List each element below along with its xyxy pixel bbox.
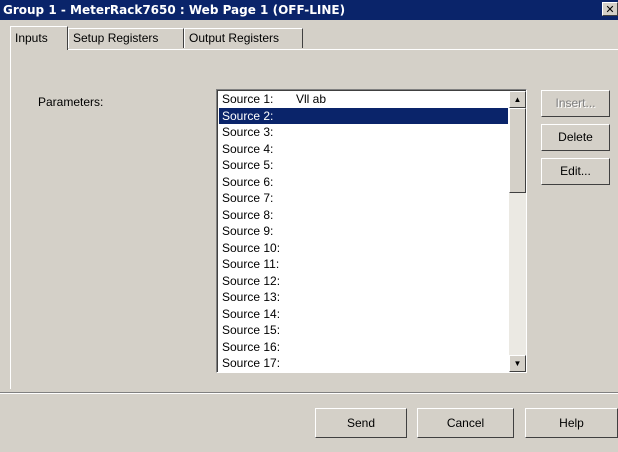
source-value: Vll ab	[296, 92, 327, 106]
parameters-listbox[interactable]: Source 1: Vll ab Source 2: Source 3: Source …	[216, 89, 527, 373]
footer-separator-highlight	[0, 393, 618, 394]
list-item[interactable]: Source 14:	[219, 306, 508, 323]
parameters-list: Source 1: Vll ab Source 2: Source 3: Source …	[219, 91, 508, 372]
source-label: Source 8:	[222, 207, 274, 222]
source-label: Source 9:	[222, 224, 274, 238]
list-item[interactable]: Source 2:	[219, 107, 508, 124]
source-label: Source 3:	[222, 125, 274, 139]
list-item[interactable]: Source 16:	[219, 339, 508, 356]
source-label: Source 7:	[222, 191, 274, 205]
list-item[interactable]: Source 15:	[219, 322, 508, 339]
vertical-scrollbar[interactable]: ▲ ▼	[509, 91, 526, 372]
list-item[interactable]: Source 6:	[219, 174, 508, 191]
close-icon[interactable]: ✕	[602, 2, 618, 16]
source-label: Source 16:	[222, 339, 281, 354]
source-label: Source 1:	[222, 92, 274, 106]
help-button[interactable]: Help	[525, 408, 618, 438]
list-item[interactable]: Source 1: Vll ab	[219, 91, 508, 108]
source-label: Source 11:	[222, 257, 280, 271]
list-item[interactable]: Source 9:	[219, 223, 508, 240]
source-label: Source 12:	[222, 273, 281, 288]
list-item[interactable]: Source 17:	[219, 355, 508, 372]
source-label: Source 14:	[222, 306, 281, 321]
edit-button[interactable]: Edit...	[541, 158, 610, 185]
source-label: Source 15:	[222, 323, 281, 337]
send-button[interactable]: Send	[315, 408, 407, 438]
list-item[interactable]: Source 4:	[219, 141, 508, 158]
source-label: Source 4:	[222, 141, 274, 156]
parameters-label: Parameters:	[38, 95, 104, 109]
source-label: Source 6:	[222, 174, 274, 189]
scroll-up-arrow-icon[interactable]: ▲	[509, 91, 526, 108]
source-label: Source 17:	[222, 356, 281, 370]
list-item[interactable]: Source 13:	[219, 289, 508, 306]
window-title: Group 1 - MeterRack7650 : Web Page 1 (OF…	[3, 3, 346, 17]
list-item[interactable]: Source 7:	[219, 190, 508, 207]
list-item[interactable]: Source 3:	[219, 124, 508, 141]
delete-button[interactable]: Delete	[541, 124, 610, 151]
list-item[interactable]: Source 8:	[219, 207, 508, 224]
window-title-bar[interactable]: Group 1 - MeterRack7650 : Web Page 1 (OF…	[0, 0, 618, 20]
tab-setup-registers[interactable]: Setup Registers	[68, 28, 184, 48]
list-item[interactable]: Source 11:	[219, 256, 508, 273]
scroll-thumb[interactable]	[509, 108, 526, 193]
insert-button[interactable]: Insert...	[541, 90, 610, 117]
list-item[interactable]: Source 12:	[219, 273, 508, 290]
cancel-button[interactable]: Cancel	[417, 408, 514, 438]
list-item[interactable]: Source 5:	[219, 157, 508, 174]
listbox-frame: Source 1: Vll ab Source 2: Source 3: Source …	[217, 90, 526, 372]
source-label: Source 2:	[222, 108, 274, 123]
list-item[interactable]: Source 10:	[219, 240, 508, 257]
source-label: Source 13:	[222, 290, 281, 304]
source-label: Source 10:	[222, 240, 281, 255]
tab-output-registers[interactable]: Output Registers	[184, 28, 303, 48]
tab-inputs[interactable]: Inputs	[10, 26, 68, 50]
scroll-down-arrow-icon[interactable]: ▼	[509, 355, 526, 372]
source-label: Source 5:	[222, 158, 274, 172]
